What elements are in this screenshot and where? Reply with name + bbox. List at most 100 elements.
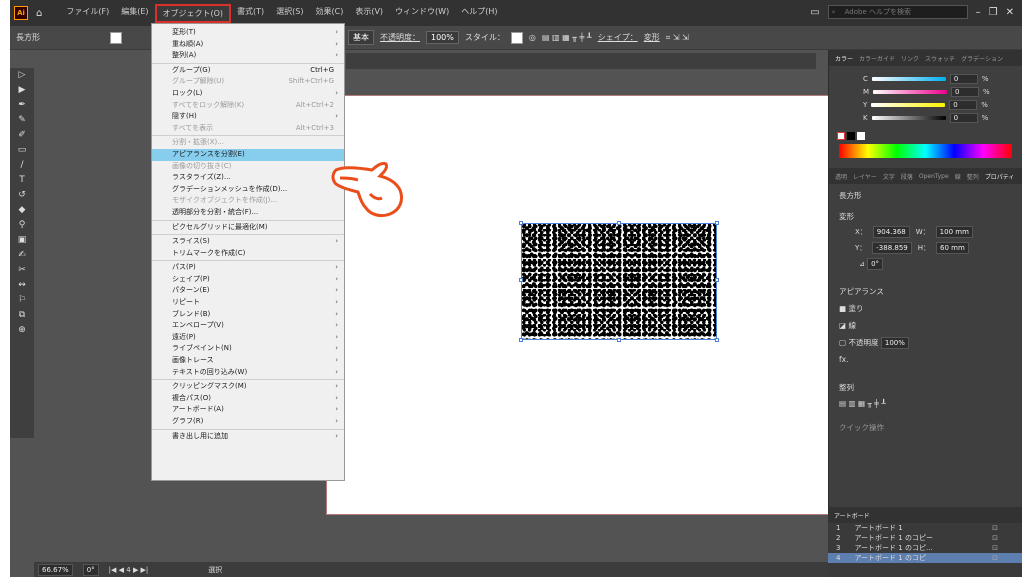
prop-opacity-field[interactable]: 100% (880, 337, 909, 349)
object-menu-item[interactable]: モザイクオブジェクトを作成(J)... (152, 195, 344, 207)
object-menu-item[interactable]: ロック(L) › (152, 88, 344, 100)
opacity-label[interactable]: 不透明度： (380, 32, 420, 43)
menu-0[interactable]: ファイル(F) (60, 4, 115, 23)
object-menu-item[interactable]: シェイプ(P) › (152, 274, 344, 286)
object-menu-item[interactable]: 遠近(P) › (152, 332, 344, 344)
handle-left[interactable] (519, 278, 523, 282)
prop-tab[interactable]: 整列 (967, 172, 979, 181)
object-menu-item[interactable]: グラデーションメッシュを作成(D)... (152, 184, 344, 196)
handle-bottom[interactable] (617, 338, 621, 342)
object-menu-item[interactable]: テキストの回り込み(W) › (152, 367, 344, 379)
menu-6[interactable]: 表示(V) (349, 4, 389, 23)
prop-tab[interactable]: レイヤー (853, 172, 877, 181)
recolor-icon[interactable]: ◎ (529, 33, 536, 42)
arrange-docs-icon[interactable]: ▭ (810, 7, 819, 18)
tool-icon-12[interactable]: ✍ (10, 248, 34, 263)
x-field[interactable]: 904.368 (872, 226, 910, 238)
object-menu-item[interactable]: パターン(E) › (152, 285, 344, 297)
object-menu-item[interactable]: スライス(S) › (152, 236, 344, 248)
tool-icon-10[interactable]: ⚲ (10, 218, 34, 233)
zoom-field[interactable]: 66.67% (38, 563, 73, 576)
object-menu-item[interactable]: ピクセルグリッドに最適化(M) (152, 222, 344, 234)
fill-row[interactable]: ■ 塗り (829, 303, 1022, 314)
y-field[interactable]: -388.859 (872, 242, 912, 254)
handle-top-right[interactable] (715, 221, 719, 225)
object-menu-item[interactable]: 透明部分を分割・統合(F)... (152, 207, 344, 219)
tool-icon-11[interactable]: ▣ (10, 233, 34, 248)
artboard-row[interactable]: 3 アートボード 1 のコピ... ⊡ (828, 543, 1022, 553)
object-menu-item[interactable]: リピート › (152, 297, 344, 309)
shape-label[interactable]: シェイプ： (598, 32, 638, 43)
tool-icon-5[interactable]: ▭ (10, 143, 34, 158)
channel-slider[interactable] (871, 76, 946, 81)
channel-slider[interactable] (871, 115, 946, 120)
object-menu-item[interactable]: エンベロープ(V) › (152, 320, 344, 332)
handle-bottom-left[interactable] (519, 338, 523, 342)
angle-field[interactable]: 0° (867, 258, 884, 270)
artboard-options-icon[interactable]: ⊡ (992, 543, 998, 553)
color-spectrum[interactable] (839, 144, 1012, 158)
object-menu-item[interactable]: 隠す(H) › (152, 111, 344, 123)
menu-4[interactable]: 選択(S) (270, 4, 309, 23)
close-icon[interactable]: ✕ (1006, 7, 1014, 18)
object-menu-item[interactable]: ブレンド(B) › (152, 309, 344, 321)
handle-top-left[interactable] (519, 221, 523, 225)
tool-icon-6[interactable]: ∕ (10, 158, 34, 173)
fill-swatch[interactable] (110, 31, 122, 44)
tool-icon-9[interactable]: ◆ (10, 203, 34, 218)
h-field[interactable]: 60 mm (936, 242, 969, 254)
rotation-field[interactable]: 0° (82, 563, 99, 576)
channel-slider[interactable] (873, 89, 948, 94)
object-menu-item[interactable]: パス(P) › (152, 262, 344, 274)
handle-right[interactable] (715, 278, 719, 282)
object-menu-item[interactable]: すべてをロック解除(K) Alt+Ctrl+2 (152, 100, 344, 112)
object-menu-item[interactable]: 分割・拡張(X)... (152, 137, 344, 149)
object-menu-item[interactable]: ライブペイント(N) › (152, 343, 344, 355)
menu-5[interactable]: 効果(C) (310, 4, 350, 23)
home-icon[interactable]: ⌂ (36, 8, 42, 19)
menu-1[interactable]: 編集(E) (115, 4, 154, 23)
minimize-icon[interactable]: – (976, 7, 981, 18)
prop-tab[interactable]: 透明 (835, 172, 847, 181)
tool-icon-16[interactable]: ⧉ (10, 308, 34, 323)
object-menu-item[interactable]: トリムマークを作成(C) (152, 248, 344, 260)
tool-icon-1[interactable]: ▶ (10, 83, 34, 98)
color-tab[interactable]: スウォッチ (925, 54, 955, 63)
object-menu-item[interactable]: グループ解除(U) Shift+Ctrl+G (152, 76, 344, 88)
object-menu-item[interactable]: アピアランスを分割(E) (152, 148, 344, 161)
prop-tab[interactable]: プロパティ (985, 172, 1015, 181)
object-menu-item[interactable]: ラスタライズ(Z)... (152, 172, 344, 184)
object-menu-item[interactable]: 書き出し用に追加 › (152, 431, 344, 443)
prop-tab[interactable]: 線 (955, 172, 961, 181)
tool-icon-0[interactable]: ▷ (10, 68, 34, 83)
object-menu-item[interactable]: グループ(G) Ctrl+G (152, 65, 344, 77)
artboard-row[interactable]: 4 アートボード 1 のコピ ⊡ (828, 553, 1022, 563)
object-menu-item[interactable]: アートボード(A) › (152, 404, 344, 416)
stroke-style-select[interactable]: 基本 (348, 30, 374, 45)
opacity-row[interactable]: ▢ 不透明度 100% (829, 337, 1022, 349)
tool-icon-15[interactable]: ⚐ (10, 293, 34, 308)
artboard-nav[interactable]: |◀ ◀ 4 ▶ ▶| (109, 566, 149, 574)
color-tab[interactable]: カラー (835, 54, 853, 63)
tool-icon-13[interactable]: ✂ (10, 263, 34, 278)
tool-icon-7[interactable]: T (10, 173, 34, 188)
tool-icon-14[interactable]: ↭ (10, 278, 34, 293)
tool-icon-2[interactable]: ✒ (10, 98, 34, 113)
none-black-white-swatches[interactable] (829, 132, 1022, 140)
handle-top[interactable] (617, 221, 621, 225)
color-tab[interactable]: リンク (901, 54, 919, 63)
tool-icon-3[interactable]: ✎ (10, 113, 34, 128)
artboard-options-icon[interactable]: ⊡ (992, 553, 998, 563)
object-menu-item[interactable]: 変形(T) › (152, 27, 344, 39)
opacity-field[interactable]: 100% (426, 31, 459, 44)
artboard-options-icon[interactable]: ⊡ (992, 523, 998, 533)
transform-label[interactable]: 変形 (644, 32, 660, 43)
menu-3[interactable]: 書式(T) (231, 4, 270, 23)
channel-value[interactable]: 0 (949, 99, 978, 110)
menu-2[interactable]: オブジェクト(O) (154, 3, 232, 23)
align-buttons[interactable]: ▤ ▥ ▦ ╥ ╪ ┸ (829, 399, 1022, 408)
object-menu-item[interactable]: 画像の切り抜き(C) (152, 161, 344, 173)
align-icons[interactable]: ▤ ▥ ▦ ╥ ╪ ┸ (542, 33, 592, 42)
artboard-row[interactable]: 1 アートボード 1 ⊡ (828, 523, 1022, 533)
prop-tab[interactable]: 段落 (901, 172, 913, 181)
